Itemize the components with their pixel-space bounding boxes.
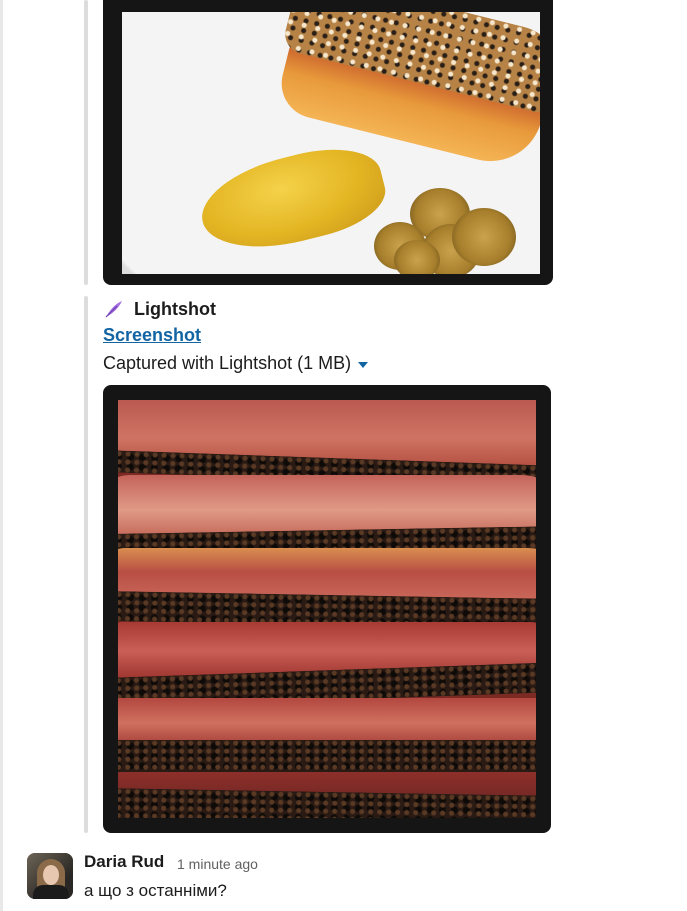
attachment-service-name: Lightshot: [134, 298, 216, 319]
attachment-bar: [84, 296, 88, 833]
message-author[interactable]: Daria Rud: [84, 852, 164, 872]
thread-left-rule: [0, 0, 3, 911]
attachment-title-link[interactable]: Screenshot: [103, 325, 201, 346]
caret-down-icon[interactable]: [358, 361, 369, 368]
lightshot-header: Lightshot: [103, 296, 216, 322]
message-text: а що з останніми?: [84, 881, 227, 900]
feather-icon: [103, 298, 125, 320]
attachment-bar: [84, 0, 88, 285]
attachment-caption-text: Captured with Lightshot (1 MB): [103, 353, 352, 373]
avatar[interactable]: [27, 853, 73, 899]
attachment-caption: Captured with Lightshot (1 MB): [103, 353, 369, 374]
attachment-image-brisket[interactable]: [103, 385, 551, 833]
message-timestamp[interactable]: 1 minute ago: [177, 856, 258, 872]
attachment-image-sandwich[interactable]: [103, 0, 553, 285]
